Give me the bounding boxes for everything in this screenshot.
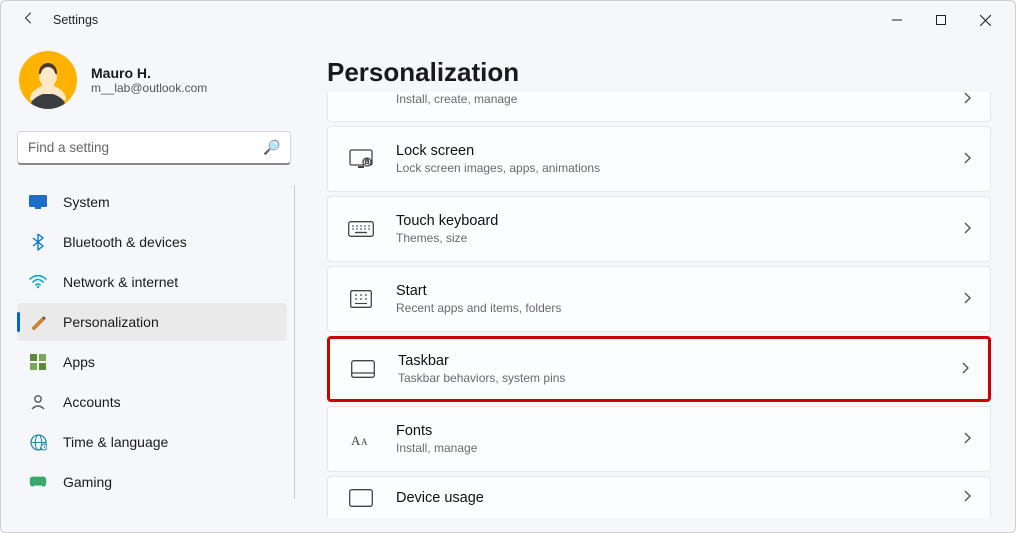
- settings-item-themes_partial[interactable]: Install, create, manage: [327, 92, 991, 122]
- chevron-right-icon: [962, 362, 970, 377]
- settings-item-deviceusage[interactable]: Device usage: [327, 476, 991, 518]
- settings-item-touchkb[interactable]: Touch keyboard Themes, size: [327, 196, 991, 262]
- maximize-button[interactable]: [919, 5, 963, 35]
- settings-item-title: Touch keyboard: [396, 213, 942, 229]
- search-icon: 🔍: [263, 139, 280, 156]
- settings-item-title: Device usage: [396, 490, 942, 506]
- search-box[interactable]: 🔍: [17, 131, 291, 165]
- sidebar: Mauro H. m__lab@outlook.com 🔍 System Blue…: [1, 39, 301, 532]
- brush-icon: [29, 313, 47, 331]
- globe-icon: [29, 434, 47, 451]
- sidebar-item-label: System: [63, 194, 110, 210]
- settings-item-subtitle: Install, manage: [396, 441, 942, 455]
- fonts-icon: AA: [348, 430, 374, 448]
- settings-item-subtitle: Taskbar behaviors, system pins: [398, 371, 940, 385]
- page-title: Personalization: [327, 57, 991, 88]
- svg-text:A: A: [361, 437, 368, 447]
- chevron-right-icon: [964, 152, 972, 167]
- settings-item-subtitle: Recent apps and items, folders: [396, 301, 942, 315]
- chevron-right-icon: [964, 490, 972, 505]
- settings-item-subtitle: Install, create, manage: [396, 92, 942, 106]
- settings-item-title: Lock screen: [396, 143, 942, 159]
- minimize-button[interactable]: [875, 5, 919, 35]
- sidebar-item-label: Time & language: [63, 434, 168, 450]
- settings-item-subtitle: Themes, size: [396, 231, 942, 245]
- back-button[interactable]: [15, 11, 43, 29]
- settings-item-title: Taskbar: [398, 353, 940, 369]
- sidebar-item-network[interactable]: Network & internet: [17, 263, 287, 301]
- apps-icon: [29, 354, 47, 370]
- sidebar-item-accounts[interactable]: Accounts: [17, 383, 287, 421]
- chevron-right-icon: [964, 292, 972, 307]
- sidebar-item-apps[interactable]: Apps: [17, 343, 287, 381]
- profile-email: m__lab@outlook.com: [91, 81, 207, 95]
- sidebar-item-label: Gaming: [63, 474, 112, 490]
- close-button[interactable]: [963, 5, 1007, 35]
- device-icon: [348, 489, 374, 507]
- avatar: [19, 51, 77, 109]
- settings-item-taskbar[interactable]: Taskbar Taskbar behaviors, system pins: [327, 336, 991, 402]
- main-panel: Personalization Install, create, manage L…: [301, 39, 1015, 532]
- sidebar-item-gaming[interactable]: Gaming: [17, 463, 287, 501]
- sidebar-item-bluetooth[interactable]: Bluetooth & devices: [17, 223, 287, 261]
- start-icon: [348, 290, 374, 308]
- taskbar-icon: [350, 360, 376, 378]
- settings-item-lockscreen[interactable]: Lock screen Lock screen images, apps, ani…: [327, 126, 991, 192]
- sidebar-item-label: Bluetooth & devices: [63, 234, 187, 250]
- svg-text:A: A: [351, 433, 361, 448]
- keyboard-icon: [348, 221, 374, 237]
- window-title: Settings: [53, 13, 98, 27]
- nav-list: System Bluetooth & devices Network & inter…: [17, 183, 295, 501]
- sidebar-item-label: Personalization: [63, 314, 159, 330]
- chevron-right-icon: [964, 432, 972, 447]
- settings-item-fonts[interactable]: AA Fonts Install, manage: [327, 406, 991, 472]
- display-icon: [29, 195, 47, 209]
- sidebar-item-system[interactable]: System: [17, 183, 287, 221]
- settings-list: Install, create, manageLock screenLock s…: [327, 92, 991, 532]
- sidebar-item-personalization[interactable]: Personalization: [17, 303, 287, 341]
- settings-item-start[interactable]: Start Recent apps and items, folders: [327, 266, 991, 332]
- nav-divider: [294, 185, 295, 499]
- sidebar-item-label: Accounts: [63, 394, 121, 410]
- gamepad-icon: [29, 475, 47, 489]
- sidebar-item-label: Apps: [63, 354, 95, 370]
- sidebar-item-label: Network & internet: [63, 274, 178, 290]
- person-icon: [29, 394, 47, 410]
- wifi-icon: [29, 275, 47, 289]
- settings-item-title: Start: [396, 283, 942, 299]
- lock-icon: [348, 149, 374, 169]
- chevron-right-icon: [964, 222, 972, 237]
- bluetooth-icon: [29, 233, 47, 251]
- chevron-right-icon: [964, 92, 972, 107]
- profile-block[interactable]: Mauro H. m__lab@outlook.com: [17, 51, 295, 109]
- search-input[interactable]: [28, 140, 263, 155]
- settings-item-subtitle: Lock screen images, apps, animations: [396, 161, 942, 175]
- profile-name: Mauro H.: [91, 65, 207, 81]
- sidebar-item-time[interactable]: Time & language: [17, 423, 287, 461]
- title-bar: Settings: [1, 1, 1015, 39]
- settings-item-title: Fonts: [396, 423, 942, 439]
